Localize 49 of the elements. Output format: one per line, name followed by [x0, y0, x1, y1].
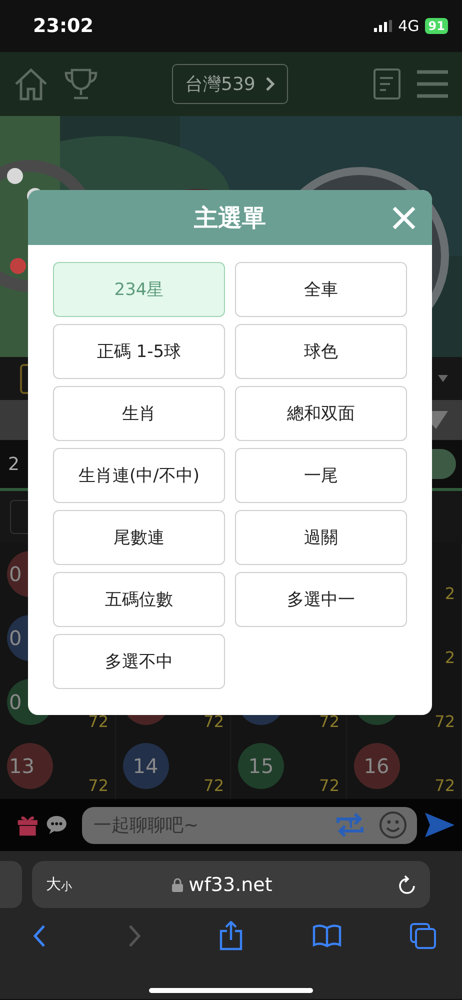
menu-option[interactable]: 多選中一	[235, 572, 407, 627]
menu-option[interactable]: 全車	[235, 262, 407, 317]
document-icon[interactable]	[373, 68, 401, 100]
odds-value: 72	[434, 776, 455, 795]
text-size-button[interactable]: 大小	[46, 875, 72, 894]
menu-icon[interactable]	[417, 69, 448, 99]
bookmarks-icon[interactable]	[312, 924, 342, 948]
smiley-icon[interactable]	[378, 811, 407, 839]
number-ball[interactable]: 13	[7, 743, 53, 789]
menu-option[interactable]: 球色	[235, 324, 407, 379]
odds-value: 72	[204, 776, 224, 795]
share-icon[interactable]	[219, 921, 243, 951]
odds-value: 72	[88, 712, 108, 731]
menu-option[interactable]: 總和双面	[235, 386, 407, 441]
tab-label[interactable]: 2	[8, 454, 20, 474]
menu-option[interactable]: 五碼位數	[53, 572, 225, 627]
odds-value: 72	[88, 776, 108, 795]
menu-option[interactable]: 生肖	[53, 386, 225, 441]
odds-value: 72	[204, 712, 224, 731]
signal-icon	[374, 20, 392, 32]
lottery-selector[interactable]: 台灣539	[172, 64, 288, 104]
back-icon[interactable]	[32, 924, 46, 948]
menu-option[interactable]: 多選不中	[53, 634, 225, 689]
number-ball[interactable]: 16	[354, 743, 400, 789]
trophy-icon[interactable]	[64, 68, 98, 100]
menu-option[interactable]: 尾數連	[53, 510, 225, 565]
menu-option[interactable]: 一尾	[235, 448, 407, 503]
odds-value: 2	[444, 584, 455, 603]
lock-icon	[172, 878, 183, 892]
reload-icon[interactable]	[398, 874, 416, 894]
clock-time: 23:02	[33, 15, 94, 37]
home-icon[interactable]	[14, 67, 48, 101]
number-ball[interactable]: 14	[122, 743, 168, 789]
odds-value: 72	[319, 776, 340, 795]
battery-level: 91	[425, 18, 448, 34]
send-icon[interactable]	[424, 810, 454, 840]
tabs-icon[interactable]	[410, 923, 436, 949]
odds-value: 72	[434, 712, 455, 731]
chevron-right-icon	[265, 76, 276, 92]
odds-value: 2	[444, 648, 455, 667]
address-bar[interactable]: 大小 wf33.net	[32, 861, 430, 908]
menu-option[interactable]: 生肖連(中/不中)	[53, 448, 225, 503]
menu-option[interactable]: 正碼 1-5球	[53, 324, 225, 379]
network-label: 4G	[398, 17, 420, 35]
close-icon[interactable]	[392, 206, 416, 230]
odds-value: 72	[319, 712, 340, 731]
dialog-title: 主選單	[194, 202, 266, 234]
url-text: wf33.net	[188, 874, 272, 896]
menu-option[interactable]: 過關	[235, 510, 407, 565]
